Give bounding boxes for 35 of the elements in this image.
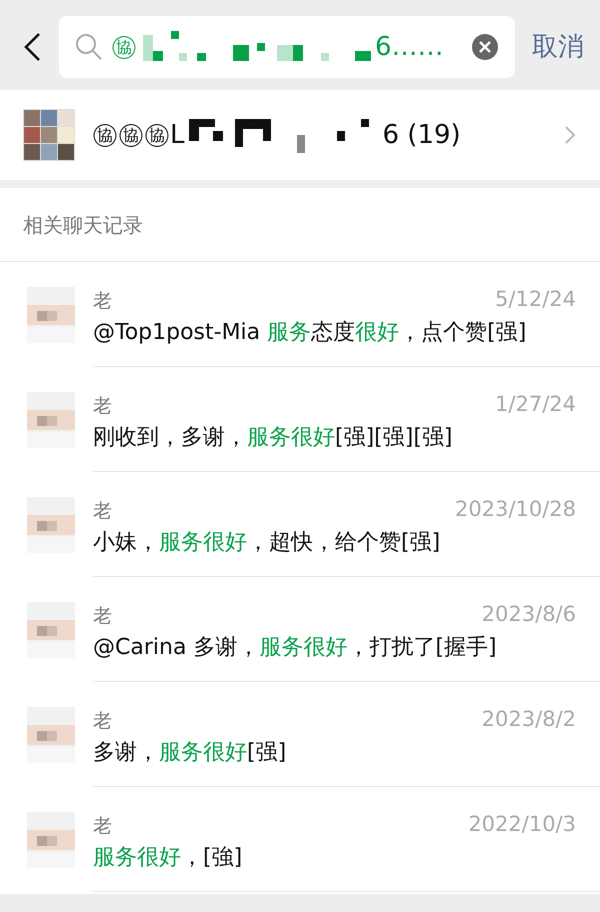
section-title: 相关聊天记录	[0, 188, 600, 262]
message-date: 5/12/24	[495, 286, 576, 313]
group-name: ㊯㊯㊯L	[92, 118, 184, 152]
message-text: 刚收到，多谢，服务很好[强][强][强]	[93, 424, 452, 452]
chat-result-row[interactable]: 老 1/27/24 刚收到，多谢，服务很好[强][强][强]	[93, 367, 600, 472]
chat-result-row[interactable]: 老 2023/8/2 多谢，服务很好[强]	[93, 682, 600, 787]
clear-icon[interactable]	[471, 33, 499, 61]
chat-result-row[interactable]: 老 2023/10/28 小妹，服务很好，超快，给个赞[强]	[93, 472, 600, 577]
sender-name: 老	[93, 814, 112, 839]
search-icon	[75, 33, 103, 61]
message-date: 2023/10/28	[454, 496, 576, 523]
message-date: 1/27/24	[495, 391, 576, 418]
message-date: 2022/10/3	[468, 811, 576, 838]
message-text: @Top1post-Mia 服务态度很好，点个赞[强]	[93, 318, 526, 346]
message-text: @Carina 多谢，服务很好，打扰了[握手]	[93, 634, 497, 662]
message-date: 2023/8/6	[482, 601, 576, 628]
chevron-right-icon	[564, 125, 576, 145]
group-name: 6 (19)	[382, 118, 461, 152]
message-text: 服务很好，[強]	[93, 844, 242, 872]
search-text: 6……	[375, 30, 444, 64]
message-date: 2023/8/2	[482, 706, 576, 733]
message-text: 小妹，服务很好，超快，给个赞[强]	[93, 528, 440, 556]
message-text: 多谢，服务很好[强]	[93, 738, 286, 766]
chat-result-row[interactable]: 老 2022/10/3 服务很好，[強]	[93, 787, 600, 892]
sender-name: 老	[93, 709, 112, 734]
cancel-button[interactable]: 取消	[532, 28, 584, 66]
sender-name: 老	[93, 499, 112, 524]
search-text: ㊯	[111, 30, 137, 64]
back-icon[interactable]	[23, 32, 41, 62]
chat-result-row[interactable]: 老 5/12/24 @Top1post-Mia 服务态度很好，点个赞[强]	[93, 262, 600, 367]
chat-result-row[interactable]: 老 2023/8/6 @Carina 多谢，服务很好，打扰了[握手]	[93, 577, 600, 682]
sender-name: 老	[93, 394, 112, 419]
sender-name: 老	[93, 604, 112, 629]
sender-name: 老	[93, 289, 112, 314]
group-chat-row[interactable]: ㊯㊯㊯L 6 (19)	[0, 90, 600, 180]
